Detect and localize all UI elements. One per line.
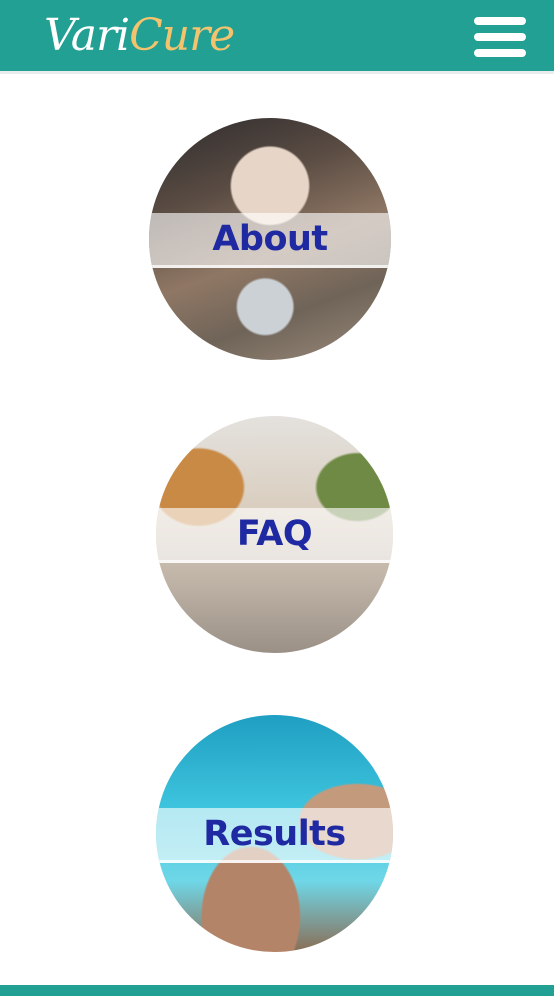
faq-label-band: FAQ [156,508,393,560]
results-label: Results [203,814,346,854]
logo-text-vari: Vari [44,10,130,61]
menu-line [474,49,526,57]
page: Vari Cure About FAQ Results [0,0,554,996]
menu-line [474,17,526,25]
site-header: Vari Cure [0,0,554,74]
band-stripe [149,265,391,268]
faq-tile[interactable]: FAQ [156,416,393,653]
band-stripe [156,860,393,863]
hamburger-menu-icon[interactable] [474,17,526,57]
results-label-band: Results [156,808,393,860]
faq-label: FAQ [236,514,313,554]
menu-line [474,33,526,41]
logo-text-cure: Cure [129,10,235,61]
band-stripe [156,560,393,563]
about-label-band: About [149,213,391,265]
footer-bar [0,985,554,996]
results-tile[interactable]: Results [156,715,393,952]
varicure-logo[interactable]: Vari Cure [44,6,235,66]
about-tile[interactable]: About [149,118,391,360]
about-label: About [212,219,328,259]
